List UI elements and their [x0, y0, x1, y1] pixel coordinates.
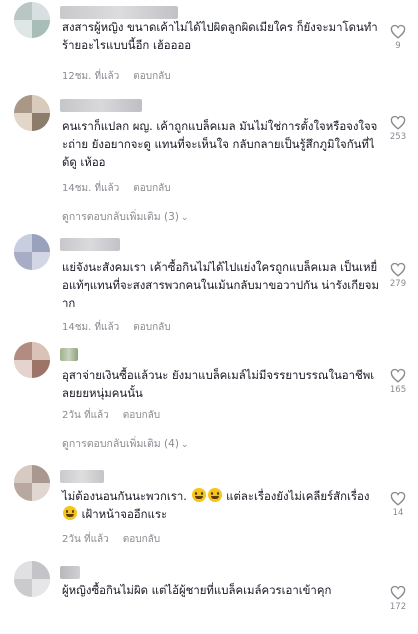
username-redacted[interactable]: [60, 566, 80, 579]
heart-outline-icon: [390, 262, 406, 277]
like-button[interactable]: 14: [386, 491, 410, 518]
chevron-down-icon: ⌄: [180, 440, 189, 450]
comment-time: 14ชม. ที่แล้ว: [62, 322, 120, 333]
reply-button[interactable]: ตอบกลับ: [123, 534, 160, 545]
like-count: 14: [392, 508, 404, 518]
comment-text: ไม่ต้องนอนกันนะพวกเรา. แต่ละเรื่องยังไม่…: [62, 487, 380, 523]
comment-text: สงสารผู้หญิง ขนาดเค้าไม่ได้ไปผิดลูกผิดเม…: [62, 20, 378, 52]
avatar[interactable]: [14, 234, 50, 270]
like-button[interactable]: 9: [386, 24, 410, 51]
comment-time: 2วัน ที่แล้ว: [62, 534, 109, 545]
comment-text: คนเราก็แปลก ผญ. เค้าถูกแบล็คเมล มันไม่ใช…: [62, 119, 378, 169]
like-button[interactable]: 172: [386, 585, 410, 612]
view-more-label: ดูการตอบกลับเพิ่มเติม (4): [62, 438, 179, 450]
avatar[interactable]: [14, 465, 50, 501]
comment-meta: 12ชม. ที่แล้ว ตอบกลับ: [62, 69, 171, 84]
comment-meta: 14ชม. ที่แล้ว ตอบกลับ: [62, 181, 171, 196]
reply-button[interactable]: ตอบกลับ: [133, 322, 170, 333]
comment-text-part: ไม่ต้องนอนกันนะพวกเรา.: [62, 489, 187, 503]
like-button[interactable]: 165: [386, 368, 410, 395]
username-redacted[interactable]: [60, 238, 120, 251]
avatar[interactable]: [14, 561, 50, 597]
comment-text: ผู้หญิงซื้อกินไม่ผิด แต่ไอ้ผู้ชายที่แบล็…: [62, 583, 332, 597]
avatar[interactable]: [14, 342, 50, 378]
like-count: 253: [389, 132, 407, 142]
like-count: 165: [389, 385, 407, 395]
reply-button[interactable]: ตอบกลับ: [123, 410, 160, 421]
comment-time: 12ชม. ที่แล้ว: [62, 71, 120, 82]
comment-meta: 2วัน ที่แล้ว ตอบกลับ: [62, 408, 160, 423]
avatar[interactable]: [14, 2, 50, 38]
heart-outline-icon: [390, 491, 406, 506]
like-count: 172: [389, 602, 407, 612]
view-more-replies[interactable]: ดูการตอบกลับเพิ่มเติม (4) ⌄: [62, 435, 188, 452]
heart-outline-icon: [390, 24, 406, 39]
username-redacted[interactable]: [60, 348, 78, 361]
view-more-replies[interactable]: ดูการตอบกลับเพิ่มเติม (3) ⌄: [62, 208, 188, 225]
comment-time: 14ชม. ที่แล้ว: [62, 183, 120, 194]
heart-outline-icon: [390, 585, 406, 600]
view-more-label: ดูการตอบกลับเพิ่มเติม (3): [62, 211, 179, 223]
reply-button[interactable]: ตอบกลับ: [133, 183, 170, 194]
like-button[interactable]: 279: [386, 262, 410, 289]
like-count: 279: [389, 279, 407, 289]
heart-outline-icon: [390, 115, 406, 130]
chevron-down-icon: ⌄: [180, 213, 189, 223]
comment-meta: 14ชม. ที่แล้ว ตอบกลับ: [62, 320, 171, 335]
comment-text: แย่จังนะสังคมเรา เค้าซื้อกินไม่ได้ไปแย่ง…: [62, 260, 379, 310]
grinning-face-emoji: [63, 506, 77, 520]
like-count: 9: [395, 41, 401, 51]
avatar[interactable]: [14, 95, 50, 131]
comment-text: อุสาจ่ายเงินซื้อแล้วนะ ยังมาแบล็คเมล์ไม่…: [62, 368, 375, 400]
comment-time: 2วัน ที่แล้ว: [62, 410, 109, 421]
grinning-face-emoji: [207, 488, 222, 502]
username-redacted[interactable]: [60, 470, 104, 483]
username-redacted[interactable]: [60, 99, 142, 112]
heart-outline-icon: [390, 368, 406, 383]
grinning-face-emoji: [191, 488, 206, 502]
comment-text-part: เฝ้าหน้าจออีกแระ: [78, 507, 168, 521]
like-button[interactable]: 253: [386, 115, 410, 142]
reply-button[interactable]: ตอบกลับ: [133, 71, 170, 82]
comment-meta: 2วัน ที่แล้ว ตอบกลับ: [62, 532, 160, 547]
comment-text-part: แต่ละเรื่องยังไม่เคลียร์สักเรื่อง: [222, 489, 370, 503]
